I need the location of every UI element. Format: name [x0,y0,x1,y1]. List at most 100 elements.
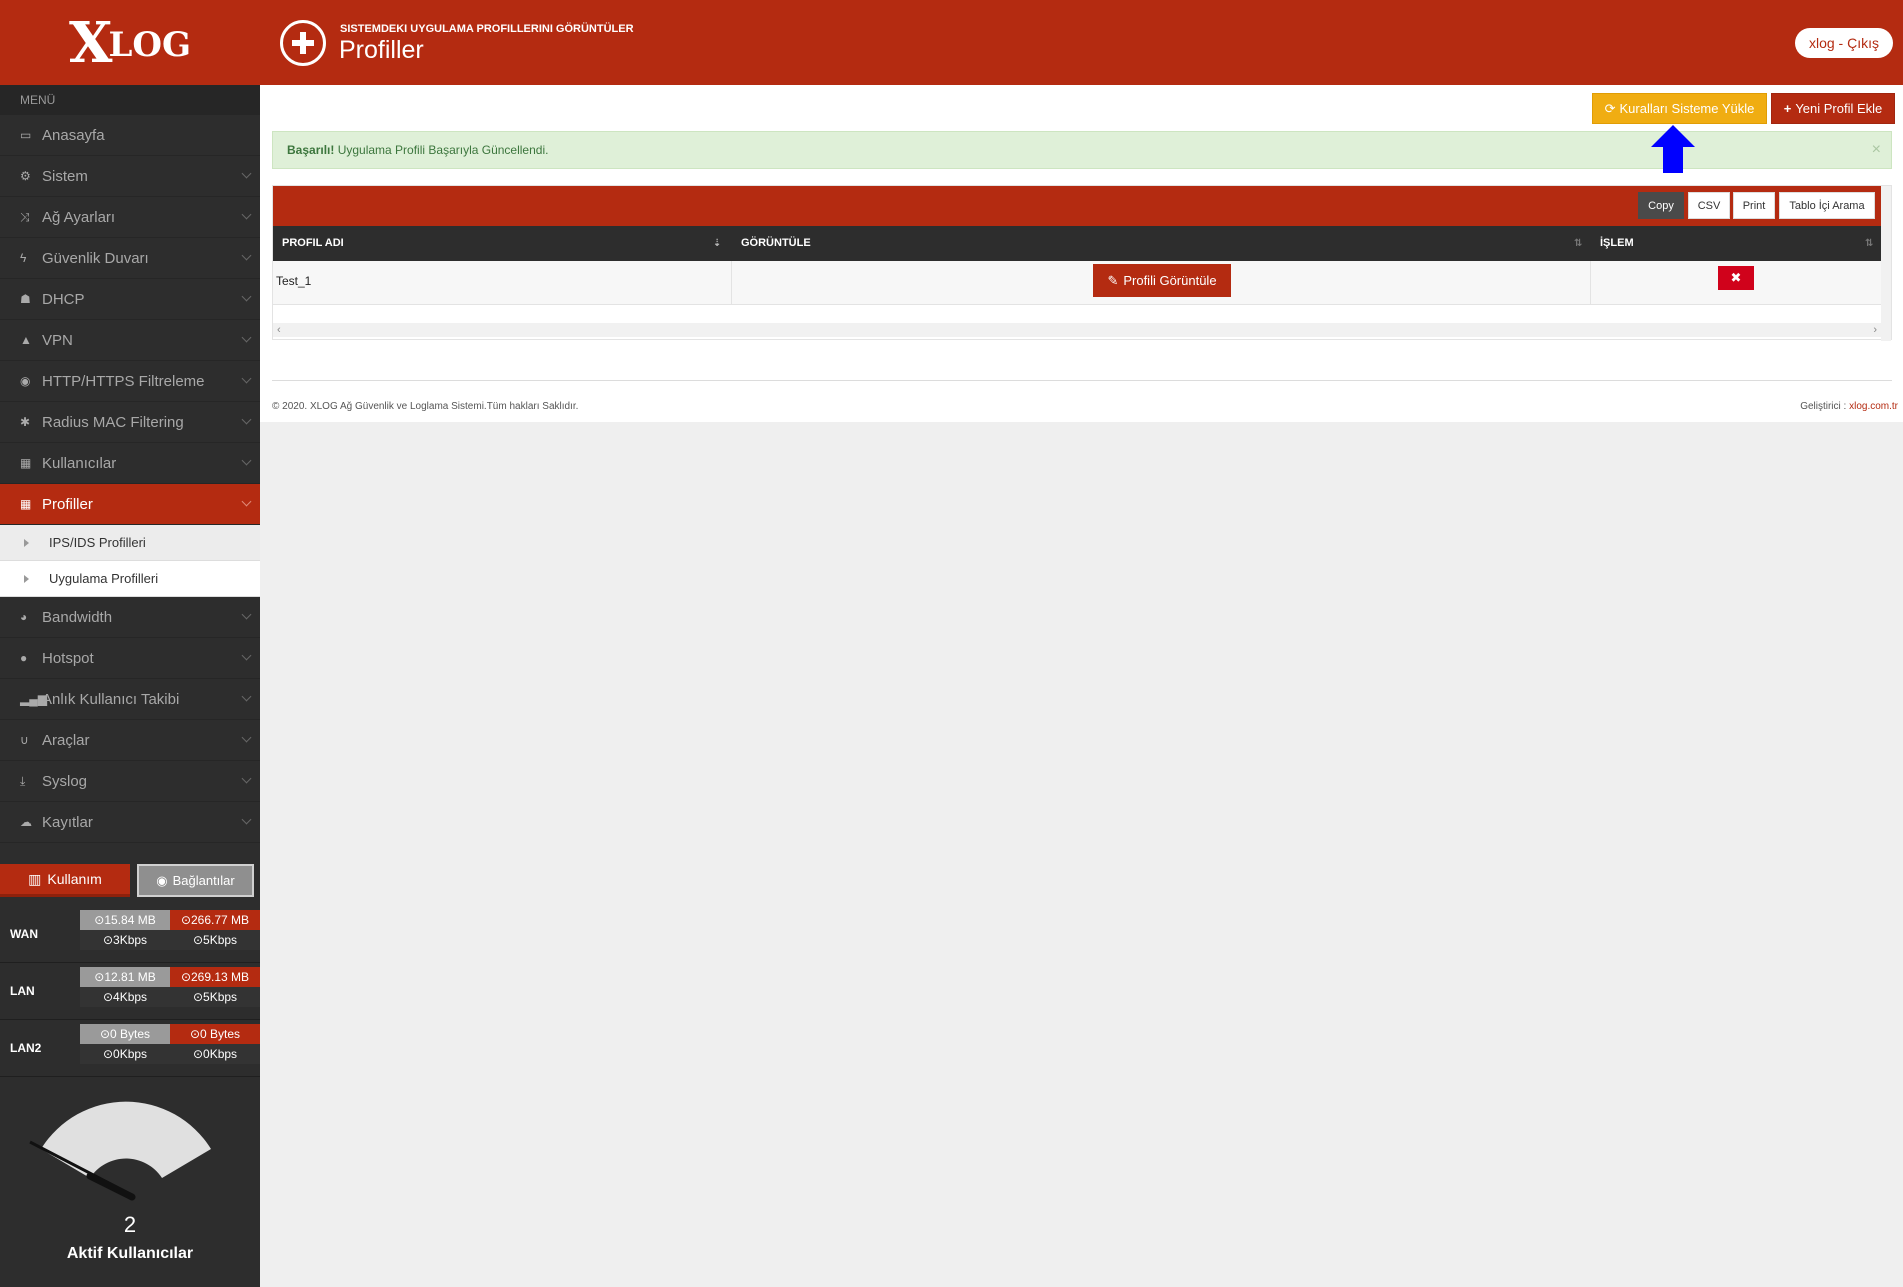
sidebar-item-label: Anlık Kullanıcı Takibi [42,690,180,708]
sidebar-item-label: VPN [42,331,73,349]
sidebar-item-kullanicilar[interactable]: ▦ Kullanıcılar [0,443,260,484]
grid-icon: ▦ [20,497,32,511]
chevron-down-icon [241,814,252,825]
submenu-item-ips-ids[interactable]: IPS/IDS Profilleri [0,525,260,561]
view-profile-label: Profili Görüntüle [1123,273,1217,288]
magnet-icon: ∪ [20,733,29,747]
load-rules-button[interactable]: ⟳ Kuralları Sisteme Yükle [1592,93,1767,124]
refresh-icon: ⟳ [1604,100,1616,116]
horizontal-scrollbar[interactable]: ‹ › [273,323,1883,337]
eye-icon: ◉ [156,872,168,888]
page-header: SISTEMDEKI UYGULAMA PROFILLERINI GÖRÜNTÜ… [260,0,1903,85]
cloud-icon: ☁ [20,815,32,829]
connections-button[interactable]: ◉ Bağlantılar [137,864,254,897]
sidebar-item-sistem[interactable]: ⚙ Sistem [0,156,260,197]
footer-divider [272,380,1892,381]
grid-icon: ▦ [20,456,32,470]
shuffle-icon: ⤨ [20,209,30,224]
sidebar-item-ag-ayarlari[interactable]: ⤨ Ağ Ayarları [0,197,260,238]
network-row-wan: WAN ⊙15.84 MB ⊙266.77 MB ⊙3Kbps ⊙5Kbps [0,906,260,963]
submenu-item-uygulama[interactable]: Uygulama Profilleri [0,561,260,597]
dashboard-icon: ◕ [20,610,28,624]
sidebar-item-label: Araçlar [42,731,90,749]
chevron-left-icon[interactable]: ‹ [277,323,281,337]
upload-total: ⊙12.81 MB [80,967,170,987]
network-name: LAN2 [10,1041,42,1055]
sidebar-item-label: Güvenlik Duvarı [42,249,149,267]
caret-right-icon [24,574,29,583]
sidebar-item-dhcp[interactable]: ☗ DHCP [0,279,260,320]
developer-link[interactable]: xlog.com.tr [1849,401,1898,412]
sidebar-item-http-filtreleme[interactable]: ◉ HTTP/HTTPS Filtreleme [0,361,260,402]
table-row: Test_1 ✎ Profili Görüntüle ✖ [273,261,1883,305]
active-users-label: Aktif Kullanıcılar [66,1245,194,1262]
globe-icon: ● [20,651,28,665]
developer-label: Geliştirici : [1800,401,1850,412]
bar-chart-icon: ▥ [28,870,42,887]
download-icon: ⤓ [20,773,26,788]
upload-total: ⊙15.84 MB [80,910,170,930]
page-title: Profiller [339,36,424,64]
logo[interactable]: X LOG [0,0,260,85]
table-header: PROFIL ADI ⇣ GÖRÜNTÜLE ⇅ İŞLEM ⇅ [273,226,1883,261]
usage-tabs: ▥ Kullanım ◉ Bağlantılar [0,864,260,898]
page-subtitle: SISTEMDEKI UYGULAMA PROFILLERINI GÖRÜNTÜ… [340,23,634,35]
chevron-down-icon [241,291,252,302]
column-header-action[interactable]: İŞLEM ⇅ [1591,226,1883,261]
caret-right-icon [24,538,29,547]
sidebar-item-syslog[interactable]: ⤓ Syslog [0,761,260,802]
network-name: LAN [10,984,35,998]
sort-icon: ⇅ [1574,238,1583,249]
view-cell: ✎ Profili Görüntüle [732,261,1591,305]
arrow-up-icon [1651,125,1695,173]
copy-button[interactable]: Copy [1638,192,1684,219]
column-header-name[interactable]: PROFIL ADI ⇣ [273,226,732,261]
sidebar-item-label: Hotspot [42,649,94,667]
view-profile-button[interactable]: ✎ Profili Görüntüle [1093,264,1231,297]
sidebar-item-label: Profiller [42,495,93,513]
table-toolbar: Copy CSV Print Tablo İçi Arama [273,186,1883,226]
upload-rate: ⊙0Kbps [80,1044,170,1064]
column-header-view[interactable]: GÖRÜNTÜLE ⇅ [732,226,1591,261]
logout-button[interactable]: xlog - Çıkış [1794,28,1893,58]
submenu-item-label: Uygulama Profilleri [49,571,159,586]
road-icon: ▲ [20,333,32,347]
table-search-button[interactable]: Tablo İçi Arama [1779,192,1875,219]
download-rate: ⊙5Kbps [170,930,260,950]
close-icon[interactable]: × [1872,132,1881,168]
chevron-down-icon [241,414,252,425]
sidebar-item-label: Ağ Ayarları [42,208,116,226]
new-profile-button[interactable]: + Yeni Profil Ekle [1771,93,1895,124]
sidebar-item-kayitlar[interactable]: ☁ Kayıtlar [0,802,260,843]
sidebar-item-label: Kullanıcılar [42,454,117,472]
sidebar-item-araclar[interactable]: ∪ Araçlar [0,720,260,761]
sidebar-item-bandwidth[interactable]: ◕ Bandwidth [0,597,260,638]
plus-circle-icon [280,20,326,66]
download-rate: ⊙5Kbps [170,987,260,1007]
bolt-icon: ϟ [20,251,27,265]
sort-desc-icon: ⇣ [713,238,722,249]
sidebar-item-anlik-takip[interactable]: ▂▄▆ Anlık Kullanıcı Takibi [0,679,260,720]
sidebar-item-hotspot[interactable]: ● Hotspot [0,638,260,679]
sidebar-item-label: Kayıtlar [42,813,93,831]
chevron-down-icon [241,732,252,743]
upload-total: ⊙0 Bytes [80,1024,170,1044]
chevron-down-icon [241,250,252,261]
footer-copyright: © 2020. XLOG Ağ Güvenlik ve Loglama Sist… [272,401,579,412]
sidebar-item-profiller[interactable]: ▦ Profiller [0,484,260,525]
sidebar-item-guvenlik-duvari[interactable]: ϟ Güvenlik Duvarı [0,238,260,279]
network-row-lan: LAN ⊙12.81 MB ⊙269.13 MB ⊙4Kbps ⊙5Kbps [0,963,260,1020]
download-total: ⊙266.77 MB [170,910,260,930]
sidebar-item-vpn[interactable]: ▲ VPN [0,320,260,361]
usage-button[interactable]: ▥ Kullanım [0,864,130,897]
print-button[interactable]: Print [1733,192,1775,219]
chevron-right-icon[interactable]: › [1873,323,1877,337]
action-cell: ✖ [1591,261,1883,305]
csv-button[interactable]: CSV [1688,192,1730,219]
vertical-scrollbar[interactable] [1881,186,1891,341]
sidebar-item-label: Bandwidth [42,608,113,626]
delete-button[interactable]: ✖ [1718,266,1754,290]
cogs-icon: ⚙ [20,169,31,183]
sidebar-item-anasayfa[interactable]: ▭ Anasayfa [0,115,260,156]
sidebar-item-radius-mac[interactable]: ✱ Radius MAC Filtering [0,402,260,443]
